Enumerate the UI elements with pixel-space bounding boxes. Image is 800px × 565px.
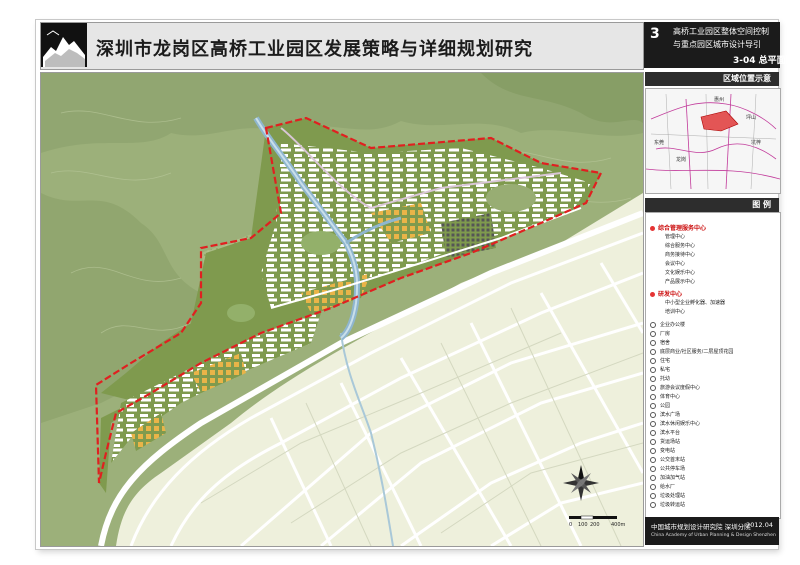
institute-logo bbox=[41, 23, 87, 67]
legend-sub-item: 文化娱乐中心 bbox=[665, 270, 696, 276]
legend-item: 公共停车场 bbox=[650, 465, 685, 472]
page-title: 深圳市龙岗区高桥工业园区发展策略与详细规划研究 bbox=[96, 39, 533, 60]
legend-item: 滨水平台 bbox=[650, 429, 680, 436]
scale-label-0: 0 bbox=[569, 522, 572, 528]
legend-panel: 综合管理服务中心 管理中心 综合服务中心 商务接待中心 会议中心 文化娱乐中心 … bbox=[645, 212, 781, 519]
legend-group-rd-center: 研发中心 bbox=[650, 289, 682, 298]
master-plan-map[interactable]: 0 100 200 400m bbox=[40, 72, 644, 547]
circle-symbol-icon bbox=[650, 357, 656, 364]
legend-item: 体育中心 bbox=[650, 393, 680, 400]
legend-sub-item: 中小型企业孵化器、加速器 bbox=[665, 300, 726, 306]
circle-symbol-icon bbox=[650, 474, 656, 481]
legend-item: 公交首末站 bbox=[650, 456, 685, 463]
org-name-cn: 中国城市规划设计研究院 深圳分院 bbox=[651, 523, 751, 531]
circle-symbol-icon bbox=[650, 348, 656, 355]
circle-symbol-icon bbox=[650, 411, 656, 418]
circle-symbol-icon bbox=[650, 456, 656, 463]
circle-symbol-icon bbox=[650, 321, 656, 328]
circle-symbol-icon bbox=[650, 420, 656, 427]
legend-sub-item: 商务接待中心 bbox=[665, 252, 696, 258]
legend-sub-item: 会议中心 bbox=[665, 261, 686, 267]
legend-sub-item: 管理中心 bbox=[665, 234, 686, 240]
location-map-title: 区域位置示意 bbox=[723, 74, 771, 83]
issue-date: 2012.04 bbox=[746, 521, 773, 529]
scale-label-400: 400m bbox=[611, 522, 626, 528]
circle-symbol-icon bbox=[650, 501, 656, 508]
subtitle-line-1: 高桥工业园区整体空间控制 bbox=[673, 27, 769, 36]
legend-sub-item: 综合服务中心 bbox=[665, 243, 696, 249]
footer-credit: 中国城市规划设计研究院 深圳分院 2012.04 China Academy o… bbox=[645, 517, 779, 545]
location-map[interactable]: 惠州 坪山 龙岗 东莞 坑梓 bbox=[645, 88, 781, 194]
loc-label-pingshan: 坪山 bbox=[746, 114, 756, 121]
loc-label-longgang: 龙岗 bbox=[676, 156, 686, 163]
location-map-svg: 惠州 坪山 龙岗 东莞 坑梓 bbox=[646, 89, 780, 193]
loc-label-dongguan: 东莞 bbox=[654, 139, 664, 146]
circle-symbol-icon bbox=[650, 402, 656, 409]
legend-item: 滨水休闲娱乐中心 bbox=[650, 420, 700, 427]
legend-item: 私宅 bbox=[650, 366, 670, 373]
legend-item: 给水厂 bbox=[650, 483, 675, 490]
legend-item: 加油加气站 bbox=[650, 474, 685, 481]
circle-symbol-icon bbox=[650, 375, 656, 382]
legend-header: 图 例 bbox=[645, 198, 779, 212]
subtitle-line-2: 与重点园区城市设计导引 bbox=[673, 40, 761, 49]
loc-label-huizhou: 惠州 bbox=[714, 96, 724, 103]
legend-item: 宿舍 bbox=[650, 339, 670, 346]
circle-symbol-icon bbox=[650, 366, 656, 373]
legend-group-service-center: 综合管理服务中心 bbox=[650, 223, 706, 232]
circle-symbol-icon bbox=[650, 465, 656, 472]
legend-item: 住宅 bbox=[650, 357, 670, 364]
location-map-header: 区域位置示意 bbox=[645, 72, 779, 86]
legend-item: 企业办公楼 bbox=[650, 321, 685, 328]
legend-item: 变电站 bbox=[650, 447, 675, 454]
legend-item: 托幼 bbox=[650, 375, 670, 382]
legend-item: 滨水广场 bbox=[650, 411, 680, 418]
logo-mountain-icon bbox=[41, 23, 87, 67]
legend-item: 垃圾转运站 bbox=[650, 501, 685, 508]
red-dot-icon bbox=[650, 226, 655, 231]
sheet-number: 3 bbox=[650, 26, 660, 42]
scale-label-200: 200 bbox=[590, 522, 600, 528]
circle-symbol-icon bbox=[650, 384, 656, 391]
legend-item: 旅游会议度假中心 bbox=[650, 384, 700, 391]
circle-symbol-icon bbox=[650, 438, 656, 445]
circle-symbol-icon bbox=[650, 447, 656, 454]
legend-item: 底层商业/社区服务/二层屋顶花园 bbox=[650, 348, 733, 355]
circle-symbol-icon bbox=[650, 339, 656, 346]
loc-label-kengzi: 坑梓 bbox=[751, 139, 761, 146]
legend-title: 图 例 bbox=[752, 200, 771, 209]
scale-label-100: 100 bbox=[578, 522, 588, 528]
circle-symbol-icon bbox=[650, 492, 656, 499]
legend-item: 货运场站 bbox=[650, 438, 680, 445]
red-dot-icon bbox=[650, 292, 655, 297]
legend-item: 厂房 bbox=[650, 330, 670, 337]
master-plan-svg: 0 100 200 400m bbox=[41, 73, 643, 546]
circle-symbol-icon bbox=[650, 429, 656, 436]
legend-item: 公园 bbox=[650, 402, 670, 409]
circle-symbol-icon bbox=[650, 330, 656, 337]
circle-symbol-icon bbox=[650, 393, 656, 400]
legend-sub-item: 产品展示中心 bbox=[665, 279, 696, 285]
circle-symbol-icon bbox=[650, 483, 656, 490]
legend-sub-item: 培训中心 bbox=[665, 309, 686, 315]
drawing-number: 3-04 总平面图 bbox=[733, 56, 795, 66]
org-name-en: China Academy of Urban Planning & Design… bbox=[651, 533, 776, 538]
legend-item: 垃圾处理站 bbox=[650, 492, 685, 499]
